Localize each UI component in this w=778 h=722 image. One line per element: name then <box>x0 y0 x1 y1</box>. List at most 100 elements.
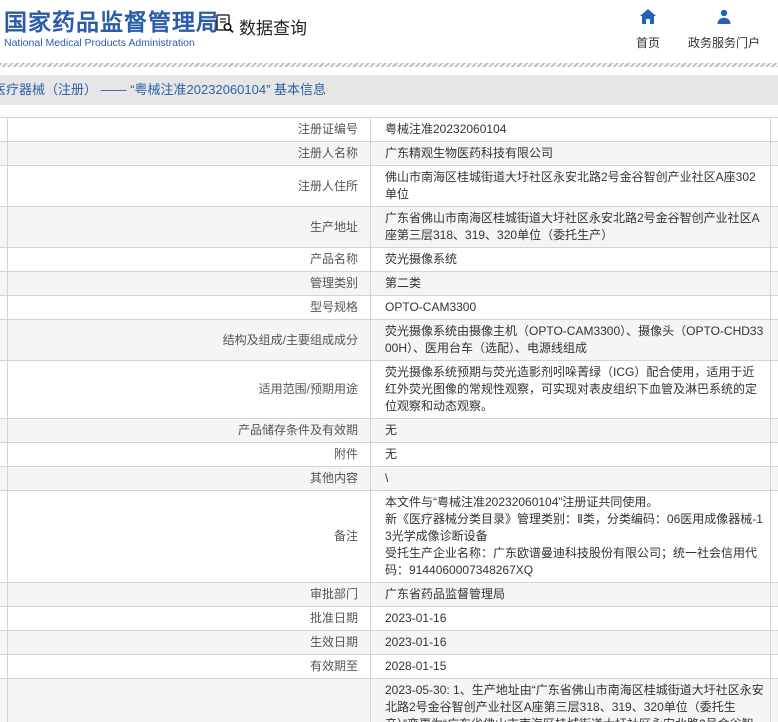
table-row: 注册证编号 粤械注准20232060104 <box>0 118 778 142</box>
row-label: 产品储存条件及有效期 <box>8 419 370 442</box>
row-value: 2023-05-30: 1、生产地址由“广东省佛山市南海区桂城街道大圩社区永安北… <box>370 679 770 722</box>
row-value: 本文件与“粤械注准20232060104”注册证共同使用。 新《医疗器械分类目录… <box>370 491 770 582</box>
row-value-text: 广东精观生物医药科技有限公司 <box>385 146 554 160</box>
table-row: 批准日期 2023-01-16 <box>0 607 778 631</box>
row-value-text: 荧光摄像系统预期与荧光造影剂吲哚菁绿（ICG）配合使用，适用于近红外荧光图像的常… <box>385 365 758 413</box>
row-right-sliver <box>770 296 778 319</box>
registration-info-table: 注册证编号 粤械注准20232060104 注册人名称 广东精观生物医药科技有限公司注… <box>0 117 778 722</box>
row-label: 有效期至 <box>8 655 370 678</box>
row-right-sliver <box>770 207 778 247</box>
breadcrumb: 医疗器械（注册） —— “粤械注准20232060104” 基本信息 <box>0 82 327 97</box>
row-label-text: 型号规格 <box>309 300 358 314</box>
row-label: 适用范围/预期用途 <box>8 361 370 418</box>
row-label-text: 管理类别 <box>309 276 358 290</box>
nav-home[interactable]: 首页 <box>636 9 660 51</box>
row-value-text: 荧光摄像系统由摄像主机（OPTO-CAM3300）、摄像头（OPTO-CHD33… <box>385 324 764 355</box>
row-left-sliver <box>0 118 8 141</box>
table-row: 注册人名称 广东精观生物医药科技有限公司 <box>0 142 778 166</box>
row-right-sliver <box>770 491 778 582</box>
table-row: 备注 本文件与“粤械注准20232060104”注册证共同使用。 新《医疗器械分类… <box>0 491 778 583</box>
row-right-sliver <box>770 142 778 165</box>
row-label-text: 其他内容 <box>309 471 358 485</box>
table-row: 结构及组成/主要组成成分 荧光摄像系统由摄像主机（OPTO-CAM3300）、摄像… <box>0 320 778 361</box>
row-value-text: 本文件与“粤械注准20232060104”注册证共同使用。 新《医疗器械分类目录… <box>385 495 763 577</box>
row-value: 粤械注准20232060104 <box>370 118 770 141</box>
data-query-menu[interactable]: 数据查询 <box>214 13 307 39</box>
row-label: 生效日期 <box>8 631 370 654</box>
top-nav: 首页 政务服务门户 <box>636 9 760 51</box>
page-header: 国家药品监督管理局 National Medical Products Admi… <box>0 0 778 63</box>
row-label: 批准日期 <box>8 607 370 630</box>
table-row: 生效日期 2023-01-16 <box>0 631 778 655</box>
row-left-sliver <box>0 166 8 206</box>
nav-home-label: 首页 <box>635 36 660 50</box>
row-value: OPTO-CAM3300 <box>370 296 770 319</box>
row-label: 其他内容 <box>8 467 370 490</box>
row-value-text: 粤械注准20232060104 <box>385 122 507 136</box>
row-left-sliver <box>0 655 8 678</box>
row-label: 型号规格 <box>8 296 370 319</box>
row-label-text: 产品名称 <box>309 252 358 266</box>
row-label: 注册人名称 <box>8 142 370 165</box>
table-row: 附件 无 <box>0 443 778 467</box>
table-row: 变更情况 2023-05-30: 1、生产地址由“广东省佛山市南海区桂城街道大圩社… <box>0 679 778 722</box>
row-value: 广东省佛山市南海区桂城街道大圩社区永安北路2号金谷智创产业社区A座第三层318、… <box>370 207 770 247</box>
row-value: 2023-01-16 <box>370 631 770 654</box>
row-left-sliver <box>0 583 8 606</box>
nav-portal[interactable]: 政务服务门户 <box>688 9 760 51</box>
row-label: 注册证编号 <box>8 118 370 141</box>
row-right-sliver <box>770 419 778 442</box>
row-label-text: 附件 <box>333 447 358 461</box>
logo-title: 国家药品监督管理局 <box>4 9 220 35</box>
row-left-sliver <box>0 443 8 466</box>
row-label-text: 审批部门 <box>309 587 358 601</box>
data-query-label: 数据查询 <box>239 18 307 38</box>
row-label: 备注 <box>8 491 370 582</box>
row-value-text: 2023-01-16 <box>385 635 447 649</box>
row-right-sliver <box>770 118 778 141</box>
row-value: 无 <box>370 419 770 442</box>
logo-subtitle: National Medical Products Administration <box>4 37 195 49</box>
table-row: 型号规格 OPTO-CAM3300 <box>0 296 778 320</box>
row-right-sliver <box>770 631 778 654</box>
row-label: 变更情况 <box>8 679 370 722</box>
row-left-sliver <box>0 272 8 295</box>
row-value: 佛山市南海区桂城街道大圩社区永安北路2号金谷智创产业社区A座302单位 <box>370 166 770 206</box>
row-value: 无 <box>370 443 770 466</box>
row-value: 荧光摄像系统预期与荧光造影剂吲哚菁绿（ICG）配合使用，适用于近红外荧光图像的常… <box>370 361 770 418</box>
row-label-text: 注册证编号 <box>297 122 358 136</box>
row-left-sliver <box>0 248 8 271</box>
breadcrumb-bar: 医疗器械（注册） —— “粤械注准20232060104” 基本信息 <box>0 75 778 105</box>
row-label: 生产地址 <box>8 207 370 247</box>
row-value: 2028-01-15 <box>370 655 770 678</box>
table-row: 有效期至 2028-01-15 <box>0 655 778 679</box>
row-value-text: 荧光摄像系统 <box>385 252 458 266</box>
row-value: 2023-01-16 <box>370 607 770 630</box>
row-right-sliver <box>770 248 778 271</box>
row-label-text: 注册人住所 <box>297 178 358 193</box>
row-right-sliver <box>770 607 778 630</box>
row-right-sliver <box>770 361 778 418</box>
row-value-text: 无 <box>385 423 398 437</box>
row-right-sliver <box>770 272 778 295</box>
table-row: 适用范围/预期用途 荧光摄像系统预期与荧光造影剂吲哚菁绿（ICG）配合使用，适用于… <box>0 361 778 419</box>
row-right-sliver <box>770 443 778 466</box>
row-left-sliver <box>0 207 8 247</box>
row-left-sliver <box>0 679 8 722</box>
row-value-text: 2028-01-15 <box>385 659 447 673</box>
nav-portal-label: 政务服务门户 <box>687 36 760 50</box>
row-label-text: 生产地址 <box>309 219 358 234</box>
row-right-sliver <box>770 655 778 678</box>
row-left-sliver <box>0 142 8 165</box>
row-label-text: 批准日期 <box>309 611 358 625</box>
table-row: 产品储存条件及有效期 无 <box>0 419 778 443</box>
row-value-text: 2023-05-30: 1、生产地址由“广东省佛山市南海区桂城街道大圩社区永安北… <box>385 683 764 722</box>
table-row: 管理类别 第二类 <box>0 272 778 296</box>
table-row: 产品名称 荧光摄像系统 <box>0 248 778 272</box>
row-right-sliver <box>770 467 778 490</box>
row-label: 审批部门 <box>8 583 370 606</box>
row-left-sliver <box>0 491 8 582</box>
row-right-sliver <box>770 583 778 606</box>
table-row: 注册人住所 佛山市南海区桂城街道大圩社区永安北路2号金谷智创产业社区A座302单位 <box>0 166 778 207</box>
row-value-text: 佛山市南海区桂城街道大圩社区永安北路2号金谷智创产业社区A座302单位 <box>385 170 756 201</box>
